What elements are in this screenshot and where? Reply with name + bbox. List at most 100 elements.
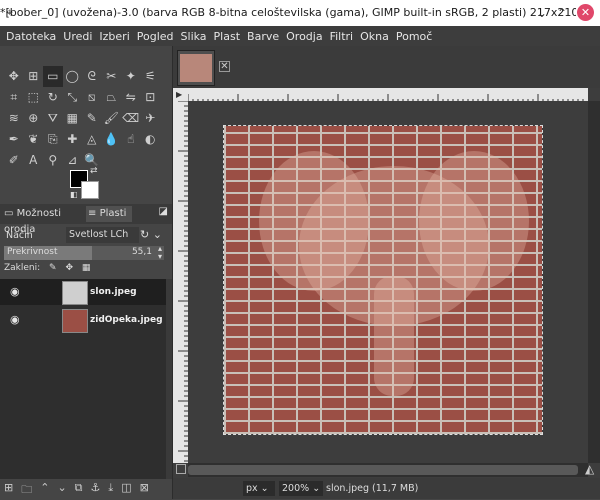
move-icon[interactable]: ✥ bbox=[4, 66, 24, 87]
lock-position-icon[interactable]: ✥ bbox=[65, 263, 73, 273]
fuzzy-select-icon[interactable]: ✦ bbox=[121, 66, 141, 87]
ruler-corner[interactable]: ▶ bbox=[173, 88, 188, 101]
layer-row[interactable]: ◉ slon.jpeg bbox=[0, 279, 166, 305]
menu-item[interactable]: Plast bbox=[214, 30, 240, 43]
background-color[interactable] bbox=[81, 181, 99, 199]
image-tab-thumbnail bbox=[180, 54, 212, 82]
anchor-layer-icon[interactable]: ⚓ bbox=[91, 481, 101, 500]
new-layer-icon[interactable]: ⊞ bbox=[4, 481, 13, 500]
duplicate-layer-icon[interactable]: ⧉ bbox=[75, 481, 83, 500]
menu-arrow-icon: ▶ bbox=[176, 90, 183, 99]
lock-alpha-icon[interactable]: ▦ bbox=[82, 263, 91, 273]
horizontal-ruler[interactable] bbox=[188, 88, 588, 101]
vertical-ruler[interactable] bbox=[173, 101, 188, 463]
mask-icon[interactable]: ◫ bbox=[121, 481, 131, 500]
navigate-icon[interactable]: ◭ bbox=[585, 462, 594, 476]
scale-icon[interactable]: ⤡ bbox=[63, 87, 83, 108]
color-picker-icon[interactable]: ⚲ bbox=[43, 150, 63, 171]
quick-mask-icon[interactable] bbox=[176, 464, 186, 474]
rect-select-icon[interactable]: ▭ bbox=[43, 66, 63, 87]
menu-item[interactable]: Pomoč bbox=[396, 30, 432, 43]
image-tab[interactable] bbox=[177, 50, 215, 86]
menu-item[interactable]: Okna bbox=[360, 30, 389, 43]
layer-row[interactable]: ◉ zidOpeka.jpeg bbox=[0, 307, 166, 333]
layers-scrollbar[interactable] bbox=[166, 279, 172, 479]
close-icon[interactable]: ✕ bbox=[577, 4, 594, 21]
color-swatches[interactable]: ◧ ⇄ bbox=[70, 166, 104, 204]
crop-icon[interactable]: ⌗ bbox=[4, 87, 24, 108]
text-icon[interactable]: A bbox=[24, 150, 44, 171]
ellipse-select-icon[interactable]: ◯ bbox=[63, 66, 83, 87]
clone-icon[interactable]: ⎘ bbox=[43, 129, 63, 150]
swap-colors-icon[interactable]: ⇄ bbox=[90, 166, 98, 176]
handle-transform-icon[interactable]: ⊕ bbox=[24, 108, 44, 129]
gradient-icon[interactable]: ▦ bbox=[63, 108, 83, 129]
warp-icon[interactable]: ≋ bbox=[4, 108, 24, 129]
dock-menu-icon[interactable]: ◪ bbox=[159, 206, 168, 217]
zoom-select[interactable]: 200% ⌄ bbox=[279, 481, 323, 496]
ink-icon[interactable]: ✒ bbox=[4, 129, 24, 150]
cage-icon[interactable]: ⊡ bbox=[141, 87, 161, 108]
eraser-icon[interactable]: ⌫ bbox=[121, 108, 141, 129]
tool-options-icon: ▭ bbox=[4, 208, 14, 219]
menu-item[interactable]: Pogled bbox=[137, 30, 174, 43]
new-group-icon[interactable]: 🗀 bbox=[21, 481, 32, 500]
tab-layers[interactable]: ≡ Plasti bbox=[86, 206, 132, 222]
eye-icon[interactable]: ◉ bbox=[10, 285, 20, 298]
wand-icon[interactable]: ⚟ bbox=[141, 66, 161, 87]
rotate-icon[interactable]: ↻ bbox=[43, 87, 63, 108]
opacity-spin-icon[interactable]: ▴ ▾ bbox=[158, 245, 162, 261]
blur-icon[interactable]: 💧 bbox=[102, 129, 122, 150]
merge-down-icon[interactable]: ⤓ bbox=[108, 481, 113, 500]
mode-select[interactable]: Svetlost LCh bbox=[66, 227, 139, 243]
menu-item[interactable]: Uredi bbox=[63, 30, 92, 43]
mode-reset-icon[interactable]: ↻ ⌄ bbox=[140, 228, 162, 241]
unified-transform-icon[interactable]: ⬚ bbox=[24, 87, 44, 108]
layer-name: slon.jpeg bbox=[90, 287, 137, 297]
tab-tool-options[interactable]: ▭ Možnosti orodja bbox=[2, 206, 84, 235]
dodge-icon[interactable]: ◐ bbox=[141, 129, 161, 150]
paintbrush-icon[interactable]: 🖌 bbox=[102, 108, 122, 129]
perspective-icon[interactable]: ⏢ bbox=[102, 87, 122, 108]
chevron-up-icon[interactable]: ⌃ bbox=[557, 6, 567, 20]
window-title: *[bober_0] (uvožena)-3.0 (barva RGB 8-bi… bbox=[0, 6, 576, 19]
delete-layer-icon[interactable]: ⊠ bbox=[140, 481, 149, 500]
horizontal-scrollbar[interactable] bbox=[188, 463, 588, 477]
airbrush-icon[interactable]: ✈ bbox=[141, 108, 161, 129]
layer-thumbnail bbox=[62, 309, 88, 333]
flip-icon[interactable]: ⇋ bbox=[121, 87, 141, 108]
shear-icon[interactable]: ⧅ bbox=[82, 87, 102, 108]
close-tab-icon[interactable]: ✕ bbox=[219, 61, 230, 72]
heal-icon[interactable]: ✚ bbox=[63, 129, 83, 150]
menu-bar: Datoteka Uredi Izberi Pogled Slika Plast Barve… bbox=[0, 26, 600, 46]
vertical-ruler-ticks bbox=[178, 101, 188, 462]
menu-item[interactable]: Izberi bbox=[99, 30, 129, 43]
menu-item[interactable]: Slika bbox=[181, 30, 207, 43]
opacity-label: Prekrivnost bbox=[7, 247, 58, 257]
perspective-clone-icon[interactable]: ◬ bbox=[82, 129, 102, 150]
horizontal-scroll-thumb[interactable] bbox=[188, 465, 578, 475]
menu-item[interactable]: Barve bbox=[247, 30, 279, 43]
menu-item[interactable]: Orodja bbox=[286, 30, 322, 43]
paths-icon[interactable]: ✐ bbox=[4, 150, 24, 171]
opacity-slider[interactable]: Prekrivnost 55,1 ▴ ▾ bbox=[4, 245, 164, 261]
scissors-select-icon[interactable]: ✂ bbox=[102, 66, 122, 87]
menu-item[interactable]: Datoteka bbox=[6, 30, 56, 43]
bucket-fill-icon[interactable]: ⛛ bbox=[43, 108, 63, 129]
lock-pixels-icon[interactable]: ✎ bbox=[49, 263, 57, 273]
reset-colors-icon[interactable]: ◧ bbox=[70, 190, 78, 199]
mypaint-brush-icon[interactable]: ❦ bbox=[24, 129, 44, 150]
free-select-icon[interactable]: ᘓ bbox=[82, 66, 102, 87]
eye-icon[interactable]: ◉ bbox=[10, 313, 20, 326]
image-canvas[interactable] bbox=[223, 125, 543, 435]
menu-item[interactable]: Filtri bbox=[330, 30, 354, 43]
align-icon[interactable]: ⊞ bbox=[24, 66, 44, 87]
unit-select[interactable]: px ⌄ bbox=[243, 481, 275, 496]
lower-layer-icon[interactable]: ⌄ bbox=[57, 481, 66, 500]
chevron-down-icon[interactable]: ⌄ bbox=[537, 6, 547, 20]
smudge-icon[interactable]: ☝ bbox=[121, 129, 141, 150]
vertical-scrollbar[interactable] bbox=[588, 101, 600, 463]
raise-layer-icon[interactable]: ⌃ bbox=[40, 481, 49, 500]
measure-icon[interactable]: ⊿ bbox=[63, 150, 83, 171]
pencil-icon[interactable]: ✎ bbox=[82, 108, 102, 129]
